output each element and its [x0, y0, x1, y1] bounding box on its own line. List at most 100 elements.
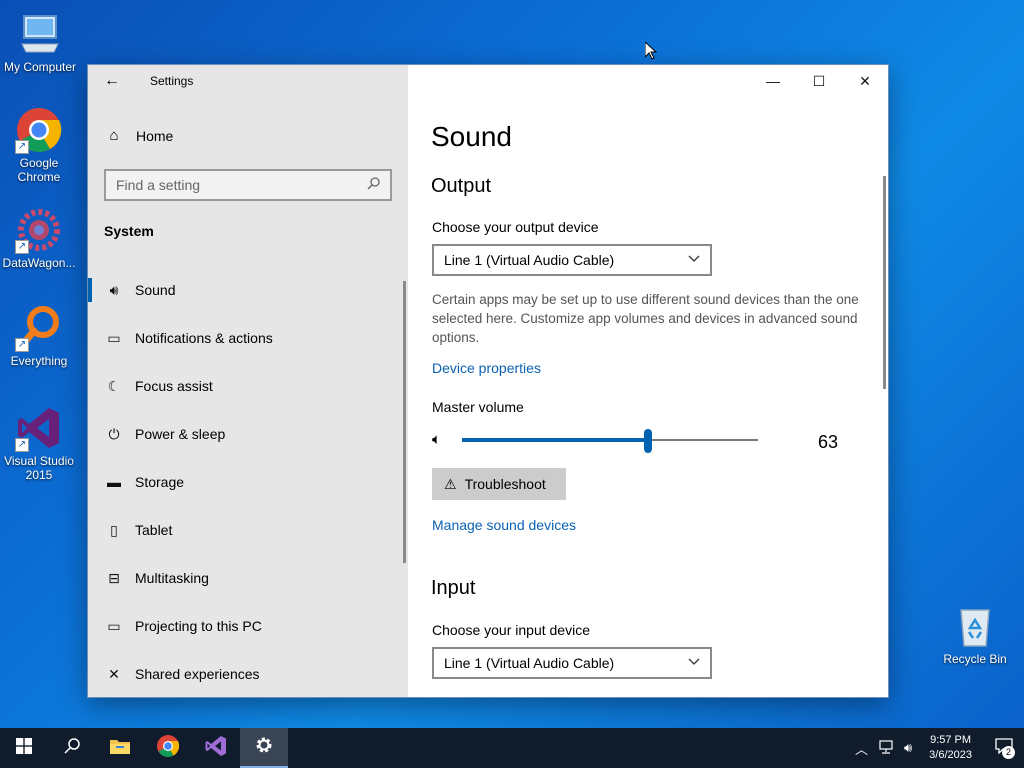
desktop-icon-label: Google Chrome [17, 156, 61, 184]
output-device-value: Line 1 (Virtual Audio Cable) [444, 252, 615, 268]
tablet-icon: ▯ [110, 521, 118, 538]
storage-icon: ▬ [107, 474, 121, 490]
computer-icon [16, 10, 64, 58]
desktop-icon-recycle-bin[interactable]: Recycle Bin [935, 602, 1015, 666]
nav-item-storage[interactable]: ▬ Storage [88, 458, 404, 506]
home-icon: ⌂ [109, 127, 119, 144]
chevron-down-icon [688, 254, 700, 266]
input-device-value: Line 1 (Virtual Audio Cable) [444, 655, 615, 671]
nav-item-label: Shared experiences [135, 666, 260, 682]
title-bar: ← Settings [88, 65, 408, 97]
search-input[interactable]: Find a setting [104, 169, 392, 201]
volume-icon[interactable]: 🔊︎ [904, 740, 912, 756]
taskbar-clock[interactable]: 9:57 PM 3/6/2023 [929, 733, 972, 763]
troubleshoot-button[interactable]: ⚠ Troubleshoot [432, 468, 566, 500]
search-icon [367, 177, 380, 193]
nav-item-tablet[interactable]: ▯ Tablet [88, 506, 404, 554]
desktop-icon-label: DataWagon... [2, 256, 76, 270]
nav-item-shared-experiences[interactable]: ✕ Shared experiences [88, 650, 404, 697]
warning-icon: ⚠ [444, 475, 457, 492]
volume-slider-fill [462, 438, 649, 442]
network-icon[interactable] [878, 739, 894, 757]
output-heading: Output [431, 175, 492, 197]
nav-home[interactable]: ⌂ Home [104, 127, 173, 144]
input-device-dropdown[interactable]: Line 1 (Virtual Audio Cable) [432, 647, 712, 679]
taskbar: ︿ 🔊︎ 9:57 PM 3/6/2023 2 [0, 728, 1024, 768]
everything-search-icon: ↗ [15, 304, 63, 352]
settings-content: Sound Output Choose your output device L… [408, 65, 888, 697]
troubleshoot-label: Troubleshoot [464, 476, 546, 492]
back-button[interactable]: ← [88, 65, 136, 97]
desktop-icon-my-computer[interactable]: My Computer [0, 10, 80, 74]
back-arrow-icon: ← [104, 72, 120, 89]
datawagon-icon: ↗ [15, 206, 63, 254]
shared-experiences-icon: ✕ [108, 665, 120, 682]
content-scrollbar[interactable] [883, 176, 886, 389]
desktop-icon-label: Recycle Bin [943, 652, 1007, 666]
nav-item-multitasking[interactable]: ⊟ Multitasking [88, 554, 404, 602]
speaker-icon[interactable]: 🔈︎ [432, 431, 441, 448]
volume-slider-thumb[interactable] [644, 429, 653, 453]
desktop-icon-datawagon[interactable]: ↗ DataWagon... [0, 206, 79, 270]
output-device-dropdown[interactable]: Line 1 (Virtual Audio Cable) [432, 244, 712, 276]
desktop-icon-label: My Computer [3, 60, 77, 74]
chrome-icon [156, 734, 180, 763]
nav-item-label: Storage [135, 474, 185, 490]
system-tray: ︿ 🔊︎ 9:57 PM 3/6/2023 2 [850, 728, 1024, 768]
projecting-icon: ▭ [107, 617, 121, 634]
clock-date: 3/6/2023 [929, 749, 972, 761]
output-device-label: Choose your output device [432, 219, 599, 235]
nav-item-label: Focus assist [135, 378, 213, 394]
output-help-text: Certain apps may be set up to use differ… [432, 292, 859, 345]
input-heading: Input [431, 577, 476, 599]
chevron-down-icon [688, 657, 700, 669]
nav-home-label: Home [136, 127, 174, 144]
search-icon [64, 737, 80, 759]
page-title: Sound [431, 121, 512, 152]
master-volume-slider[interactable] [462, 429, 758, 453]
action-center-button[interactable]: 2 [984, 728, 1024, 768]
recycle-bin-icon [951, 602, 999, 650]
nav-item-label: Multitasking [135, 570, 209, 586]
taskbar-visual-studio[interactable] [192, 728, 240, 768]
notification-icon: ▭ [107, 329, 121, 346]
shortcut-arrow-icon: ↗ [15, 140, 29, 154]
nav-item-notifications[interactable]: ▭ Notifications & actions [88, 314, 404, 362]
nav-scrollbar[interactable] [403, 281, 406, 563]
desktop-icon-label: Visual Studio 2015 [4, 454, 74, 482]
desktop-icon-google-chrome[interactable]: ↗ Google Chrome [0, 106, 79, 184]
desktop-icon-label: Everything [10, 354, 68, 368]
device-properties-link[interactable]: Device properties [432, 360, 541, 376]
visual-studio-icon [204, 734, 228, 763]
notification-count-badge: 2 [1002, 746, 1015, 759]
taskbar-file-explorer[interactable] [96, 728, 144, 768]
start-button[interactable] [0, 728, 48, 768]
master-volume-row: 🔈︎ 63 [432, 427, 852, 455]
nav-item-power-sleep[interactable]: ⏻ Power & sleep [88, 410, 404, 458]
nav-list: 🔊︎ Sound ▭ Notifications & actions ☾ Foc… [88, 266, 404, 697]
multitasking-icon: ⊟ [108, 569, 120, 586]
nav-section-title: System [104, 223, 154, 239]
desktop-icon-everything[interactable]: ↗ Everything [0, 304, 79, 368]
taskbar-chrome[interactable] [144, 728, 192, 768]
folder-icon [109, 737, 131, 760]
shortcut-arrow-icon: ↗ [15, 338, 29, 352]
visual-studio-icon: ↗ [15, 404, 63, 452]
settings-nav-pane: ← Settings ⌂ Home Find a setting System … [88, 65, 408, 697]
nav-item-label: Sound [135, 282, 176, 298]
search-placeholder: Find a setting [116, 177, 201, 193]
manage-sound-devices-link[interactable]: Manage sound devices [432, 517, 576, 533]
gear-icon [254, 735, 274, 760]
chevron-up-icon[interactable]: ︿ [855, 739, 868, 758]
desktop-icon-visual-studio[interactable]: ↗ Visual Studio 2015 [0, 404, 79, 482]
nav-item-label: Projecting to this PC [135, 618, 262, 634]
clock-time: 9:57 PM [930, 734, 972, 746]
taskbar-settings[interactable] [240, 728, 288, 768]
nav-item-label: Tablet [135, 522, 173, 538]
master-volume-label: Master volume [432, 399, 524, 415]
shortcut-arrow-icon: ↗ [15, 438, 29, 452]
nav-item-sound[interactable]: 🔊︎ Sound [88, 266, 404, 314]
nav-item-projecting[interactable]: ▭ Projecting to this PC [88, 602, 404, 650]
nav-item-focus-assist[interactable]: ☾ Focus assist [88, 362, 404, 410]
taskbar-search-button[interactable] [48, 728, 96, 768]
